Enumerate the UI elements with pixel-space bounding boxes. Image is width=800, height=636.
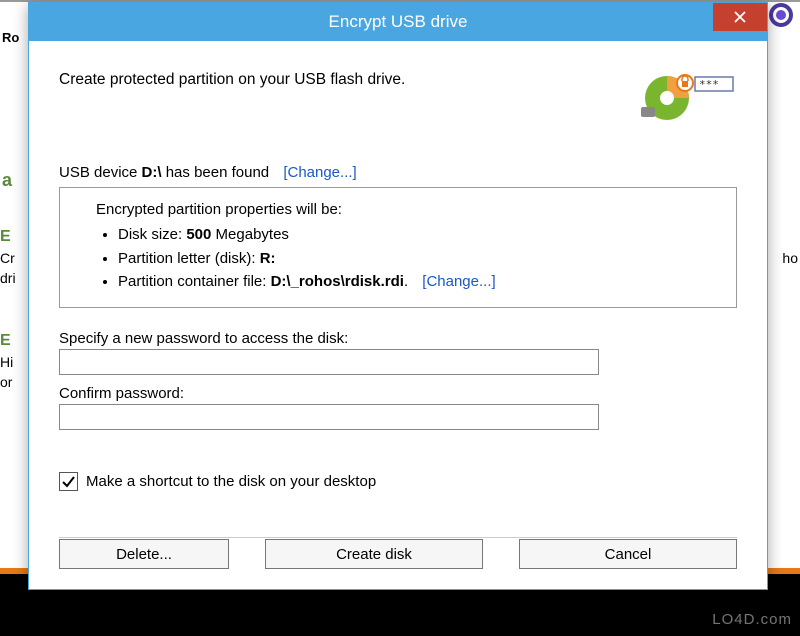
separator (59, 537, 737, 538)
device-letter: D:\ (142, 164, 162, 181)
check-icon (61, 474, 76, 489)
dialog-heading: Create protected partition on your USB f… (59, 63, 405, 89)
watermark: LO4D.com (712, 611, 792, 628)
create-disk-button[interactable]: Create disk (265, 539, 483, 569)
disk-lock-icon: *** (637, 63, 737, 126)
device-found-row: USB device D:\ has been found [Change...… (59, 164, 737, 181)
titlebar: Encrypt USB drive (29, 3, 767, 41)
bg-text-hi: Hi (0, 354, 13, 370)
props-intro: Encrypted partition properties will be: (96, 198, 720, 221)
change-container-link[interactable]: [Change...] (422, 273, 495, 290)
bg-text-e2: E (0, 332, 11, 350)
prop-container-file: Partition container file: D:\_rohos\rdis… (118, 270, 720, 293)
shortcut-checkbox[interactable] (59, 472, 78, 491)
bg-app-icon (766, 0, 796, 30)
password-input[interactable] (59, 349, 599, 375)
bg-text-dri: dri (0, 270, 16, 286)
password-label: Specify a new password to access the dis… (59, 330, 737, 347)
bg-text-ho: ho (782, 250, 798, 266)
delete-button[interactable]: Delete... (59, 539, 229, 569)
device-prefix: USB device (59, 164, 142, 181)
bg-text-e1: E (0, 228, 11, 246)
encrypt-usb-dialog: Encrypt USB drive Create protected parti… (28, 2, 768, 590)
bg-text-or: or (0, 374, 12, 390)
bg-text-cr: Cr (0, 250, 15, 266)
confirm-password-input[interactable] (59, 404, 599, 430)
close-button[interactable] (713, 3, 767, 31)
confirm-password-label: Confirm password: (59, 385, 737, 402)
cancel-button[interactable]: Cancel (519, 539, 737, 569)
button-row: Delete... Create disk Cancel (59, 539, 737, 569)
window-title: Encrypt USB drive (29, 12, 767, 32)
prop-partition-letter: Partition letter (disk): R: (118, 247, 720, 270)
close-icon (733, 10, 747, 24)
bg-text-a: a (0, 170, 12, 191)
device-suffix: has been found (162, 164, 270, 181)
prop-disk-size: Disk size: 500 Megabytes (118, 223, 720, 246)
shortcut-checkbox-label: Make a shortcut to the disk on your desk… (86, 473, 376, 490)
bg-text-ro: Ro (0, 30, 19, 45)
change-device-link[interactable]: [Change...] (283, 164, 356, 181)
svg-text:***: *** (699, 78, 719, 91)
partition-properties-box: Encrypted partition properties will be: … (59, 187, 737, 308)
